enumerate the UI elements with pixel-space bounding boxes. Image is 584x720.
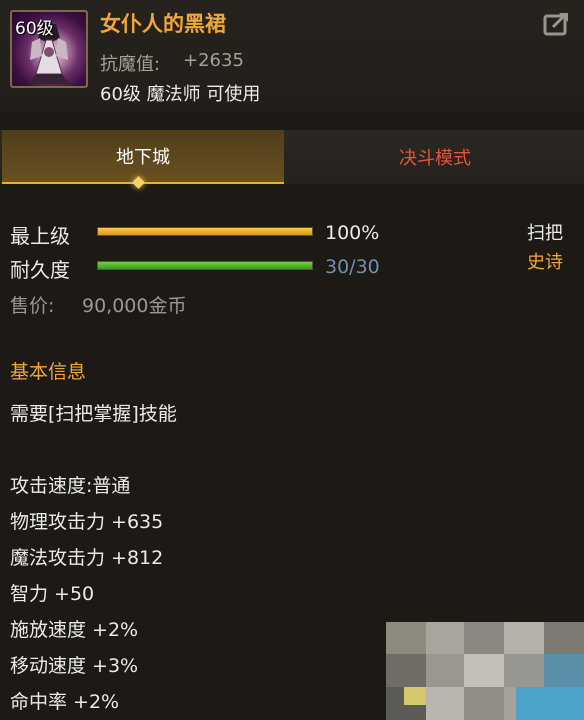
share-arrow-icon[interactable]: [542, 10, 572, 38]
resist-label: 抗魔值:: [100, 54, 161, 75]
grade-value: 100%: [325, 222, 380, 244]
attribute-line: 施放速度 +2%: [10, 619, 139, 641]
item-name: 女仆人的黑裙: [100, 12, 226, 36]
attribute-line: 移动速度 +3%: [10, 655, 139, 677]
durability-label: 耐久度: [10, 258, 70, 282]
durability-value: 30/30: [325, 256, 380, 278]
tab-dungeon[interactable]: 地下城: [2, 130, 284, 184]
durability-bar: [97, 261, 313, 270]
rarity-tag: 史诗: [527, 252, 563, 273]
skill-requirement: 需要[扫把掌握]技能: [10, 403, 177, 425]
black-dress-item-icon[interactable]: 60级: [10, 10, 88, 88]
durability-bar-fill: [98, 262, 312, 269]
item-type-tag: 扫把: [527, 223, 563, 244]
pixelated-overlay: [386, 622, 584, 720]
attribute-line: 智力 +50: [10, 583, 95, 605]
grade-bar: [97, 227, 313, 236]
item-level-badge: 60级: [15, 19, 54, 39]
price-value: 90,000金币: [82, 295, 187, 317]
tab-duel-mode[interactable]: 决斗模式: [286, 130, 584, 184]
resist-value: +2635: [183, 50, 244, 71]
grade-label: 最上级: [10, 224, 70, 248]
attribute-line: 魔法攻击力 +812: [10, 547, 164, 569]
attribute-line: 命中率 +2%: [10, 691, 120, 713]
mode-tabs: 地下城 决斗模式: [0, 130, 584, 184]
item-header: 60级 女仆人的黑裙 抗魔值: +2635 60级 魔法师 可使用: [0, 0, 584, 112]
basic-info-title: 基本信息: [10, 361, 87, 383]
grade-bar-fill: [98, 228, 312, 235]
price-label: 售价:: [10, 295, 55, 317]
class-requirement: 60级 魔法师 可使用: [100, 84, 261, 105]
attribute-line: 攻击速度:普通: [10, 475, 131, 497]
attribute-line: 物理攻击力 +635: [10, 511, 164, 533]
